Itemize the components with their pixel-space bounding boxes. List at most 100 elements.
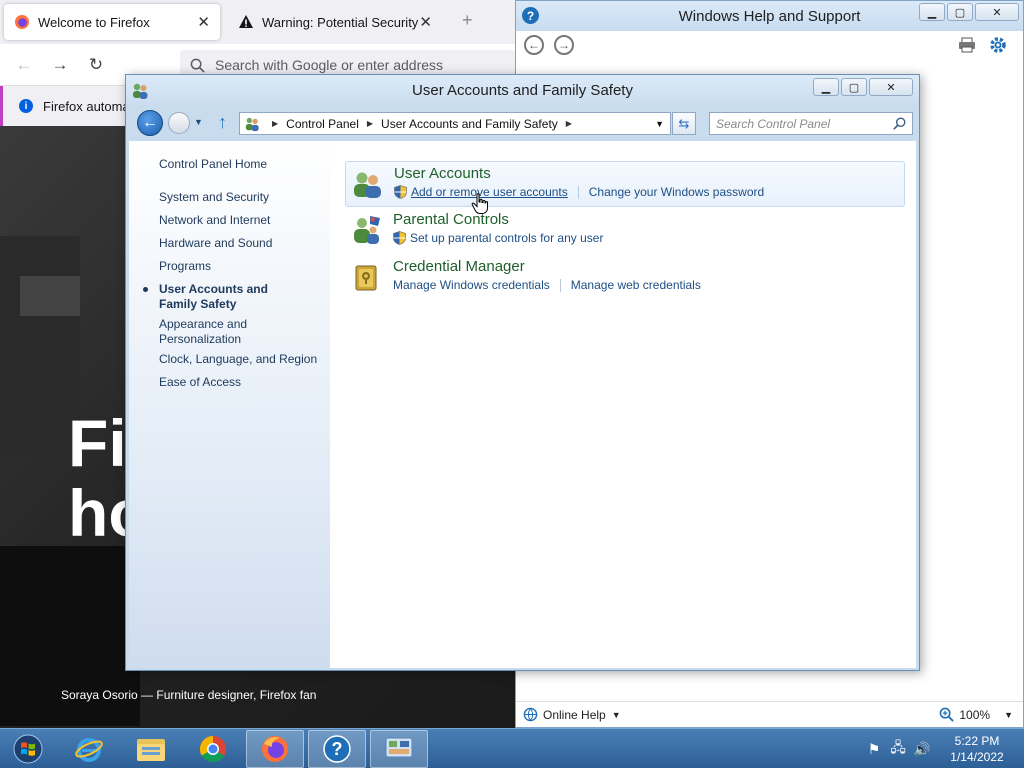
breadcrumb-separator-icon[interactable]: ▶ xyxy=(367,119,373,128)
control-panel-icon xyxy=(385,737,413,761)
online-help-icon xyxy=(523,707,538,722)
category-user-accounts: User Accounts Add or remove user account… xyxy=(345,161,905,207)
breadcrumb-separator-icon[interactable]: ▶ xyxy=(272,119,278,128)
breadcrumb-separator-icon[interactable]: ▶ xyxy=(566,119,572,128)
sidebar-item-system-security[interactable]: System and Security xyxy=(159,190,319,205)
taskbar-firefox[interactable] xyxy=(246,730,304,768)
back-arrow-icon[interactable]: ← xyxy=(137,110,163,136)
zoom-level[interactable]: 100% xyxy=(959,708,990,722)
new-tab-icon[interactable]: + xyxy=(462,10,473,31)
sidebar-item-clock-language[interactable]: Clock, Language, and Region xyxy=(159,352,319,367)
help-footer: Online Help ▼ 100% ▼ xyxy=(516,701,1023,727)
link-divider xyxy=(577,185,579,199)
credential-manager-icon xyxy=(355,265,377,291)
minimize-button[interactable]: ▁ xyxy=(813,78,839,96)
sidebar-item-network[interactable]: Network and Internet xyxy=(159,213,319,228)
svg-text:?: ? xyxy=(332,739,343,759)
category-title[interactable]: User Accounts xyxy=(394,165,491,182)
up-arrow-icon[interactable]: ↑ xyxy=(218,112,227,133)
cp-navigation-toolbar: ← ▼ ↑ ▶ Control Panel ▶ User Accounts an… xyxy=(126,107,919,141)
folder-icon xyxy=(137,739,165,761)
tab-welcome-to-firefox[interactable]: Welcome to Firefox ✕ xyxy=(4,4,220,40)
category-title[interactable]: Credential Manager xyxy=(393,258,525,275)
breadcrumb-control-panel[interactable]: Control Panel xyxy=(286,117,359,131)
tab-label: Welcome to Firefox xyxy=(38,14,150,30)
sidebar-item-programs[interactable]: Programs xyxy=(159,259,319,274)
back-arrow-icon[interactable]: ← xyxy=(12,53,36,77)
clock-time: 5:22 PM xyxy=(954,734,1000,748)
cp-sidebar: Control Panel Home System and Security N… xyxy=(129,141,330,668)
taskbar-chrome[interactable] xyxy=(184,730,242,768)
taskbar-help-and-support[interactable]: ? xyxy=(308,730,366,768)
control-panel-window: User Accounts and Family Safety ▁ ▢ ✕ ← … xyxy=(125,74,920,671)
address-bar[interactable]: ▶ Control Panel ▶ User Accounts and Fami… xyxy=(239,112,671,135)
zoom-chevron-down-icon[interactable]: ▼ xyxy=(1004,710,1013,720)
volume-icon[interactable]: 🔊 xyxy=(913,741,930,757)
manage-web-credentials-link[interactable]: Manage web credentials xyxy=(571,278,701,292)
search-placeholder: Search Control Panel xyxy=(716,116,831,131)
firefox-icon xyxy=(262,736,288,762)
help-back-icon[interactable]: ← xyxy=(524,35,544,55)
category-credential-manager: Credential Manager Manage Windows creden… xyxy=(345,255,905,301)
forward-arrow-icon[interactable] xyxy=(168,112,190,134)
infobar-text: Firefox automat xyxy=(43,98,134,114)
reload-icon[interactable]: ↻ xyxy=(84,53,108,77)
sidebar-item-hardware-sound[interactable]: Hardware and Sound xyxy=(159,236,319,251)
help-forward-icon[interactable]: → xyxy=(554,35,574,55)
sidebar-item-ease-of-access[interactable]: Ease of Access xyxy=(159,375,319,390)
recent-pages-chevron-icon[interactable]: ▼ xyxy=(194,117,203,127)
zoom-icon xyxy=(939,707,955,722)
close-tab-icon[interactable]: ✕ xyxy=(419,13,432,31)
hand-cursor-icon xyxy=(471,193,488,214)
maximize-button[interactable]: ▢ xyxy=(841,78,867,96)
warning-icon xyxy=(239,15,253,28)
sidebar-item-user-accounts[interactable]: User Accounts and Family Safety xyxy=(159,282,309,312)
change-windows-password-link[interactable]: Change your Windows password xyxy=(589,185,764,199)
online-help-button[interactable]: Online Help xyxy=(543,708,606,722)
minimize-button[interactable]: ▁ xyxy=(919,3,945,21)
sidebar-control-panel-home[interactable]: Control Panel Home xyxy=(159,157,319,172)
close-button[interactable]: ✕ xyxy=(975,3,1019,21)
current-item-bullet xyxy=(143,287,148,292)
cp-title-bar: User Accounts and Family Safety ▁ ▢ ✕ xyxy=(126,75,919,107)
taskbar-internet-explorer[interactable] xyxy=(60,730,118,768)
forward-arrow-icon[interactable]: → xyxy=(48,53,72,77)
close-tab-icon[interactable]: ✕ xyxy=(197,13,210,31)
windows-logo-icon xyxy=(13,734,43,764)
category-title[interactable]: Parental Controls xyxy=(393,211,509,228)
uac-shield-icon xyxy=(394,185,407,199)
tab-label: Warning: Potential Security Risk xyxy=(262,14,419,30)
start-button[interactable] xyxy=(4,730,52,768)
settings-gear-icon[interactable] xyxy=(989,36,1007,54)
chevron-down-icon[interactable]: ▼ xyxy=(612,710,621,720)
category-parental-controls: Parental Controls Set up parental contro… xyxy=(345,208,905,254)
refresh-icon[interactable]: ⇆ xyxy=(672,112,696,135)
search-icon[interactable] xyxy=(893,117,906,130)
cp-window-title: User Accounts and Family Safety xyxy=(412,82,633,99)
url-placeholder: Search with Google or enter address xyxy=(215,57,444,73)
search-icon xyxy=(190,58,205,73)
network-icon[interactable]: 🖧 xyxy=(890,739,906,757)
sidebar-item-appearance[interactable]: Appearance and Personalization xyxy=(159,317,279,347)
info-icon: i xyxy=(19,99,33,113)
firefox-icon xyxy=(15,15,29,29)
clock[interactable]: 5:22 PM 1/14/2022 xyxy=(938,733,1016,765)
internet-explorer-icon xyxy=(75,738,103,762)
set-up-parental-controls-link[interactable]: Set up parental controls for any user xyxy=(393,231,603,245)
link-divider xyxy=(559,278,561,292)
action-center-flag-icon[interactable]: ⚑ xyxy=(866,741,882,757)
address-dropdown-icon[interactable]: ▼ xyxy=(655,119,664,129)
print-icon[interactable] xyxy=(958,37,976,53)
taskbar-file-explorer[interactable] xyxy=(122,730,180,768)
help-icon: ? xyxy=(323,735,351,763)
maximize-button[interactable]: ▢ xyxy=(947,3,973,21)
tab-security-warning[interactable]: Warning: Potential Security Risk ✕ xyxy=(228,4,442,40)
parental-controls-icon xyxy=(354,216,380,244)
manage-windows-credentials-link[interactable]: Manage Windows credentials xyxy=(393,278,550,292)
breadcrumb-user-accounts[interactable]: User Accounts and Family Safety xyxy=(381,117,558,131)
cp-main-pane: User Accounts Add or remove user account… xyxy=(331,141,916,668)
taskbar: ? ⚑ 🖧 🔊 5:22 PM 1/14/2022 xyxy=(0,728,1024,768)
search-input[interactable]: Search Control Panel xyxy=(709,112,913,135)
taskbar-control-panel[interactable] xyxy=(370,730,428,768)
close-button[interactable]: ✕ xyxy=(869,78,913,96)
